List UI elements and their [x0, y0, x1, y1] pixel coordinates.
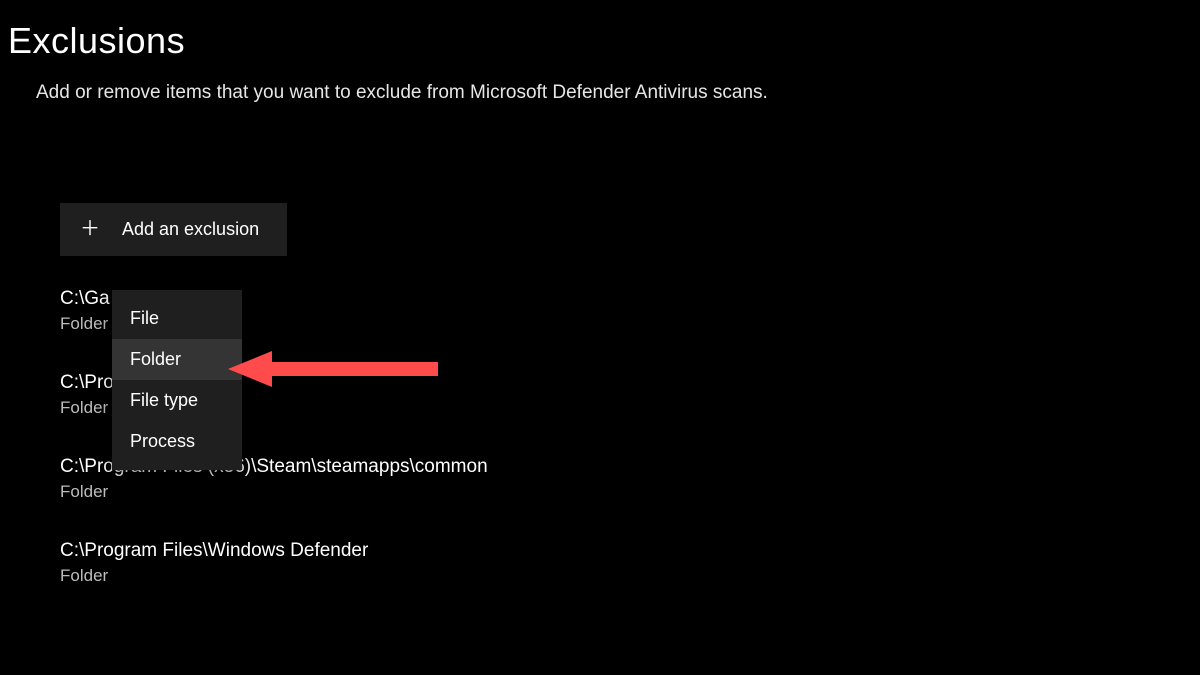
menu-item-folder[interactable]: Folder	[112, 339, 242, 380]
exclusion-type: Folder	[60, 482, 1200, 502]
exclusion-path: C:\Program Files\Windows Defender	[60, 540, 1200, 562]
page-title: Exclusions	[8, 20, 1200, 62]
menu-item-process[interactable]: Process	[112, 421, 242, 462]
plus-icon: ＋	[80, 219, 100, 239]
exclusion-type: Folder	[60, 566, 1200, 586]
exclusion-type-menu: File Folder File type Process	[112, 290, 242, 470]
add-exclusion-label: Add an exclusion	[122, 219, 259, 240]
menu-item-file[interactable]: File	[112, 298, 242, 339]
page-subtitle: Add or remove items that you want to exc…	[36, 80, 1200, 107]
menu-item-file-type[interactable]: File type	[112, 380, 242, 421]
add-exclusion-button[interactable]: ＋ Add an exclusion	[60, 203, 287, 256]
exclusion-item[interactable]: C:\Program Files\Windows Defender Folder	[60, 540, 1200, 586]
